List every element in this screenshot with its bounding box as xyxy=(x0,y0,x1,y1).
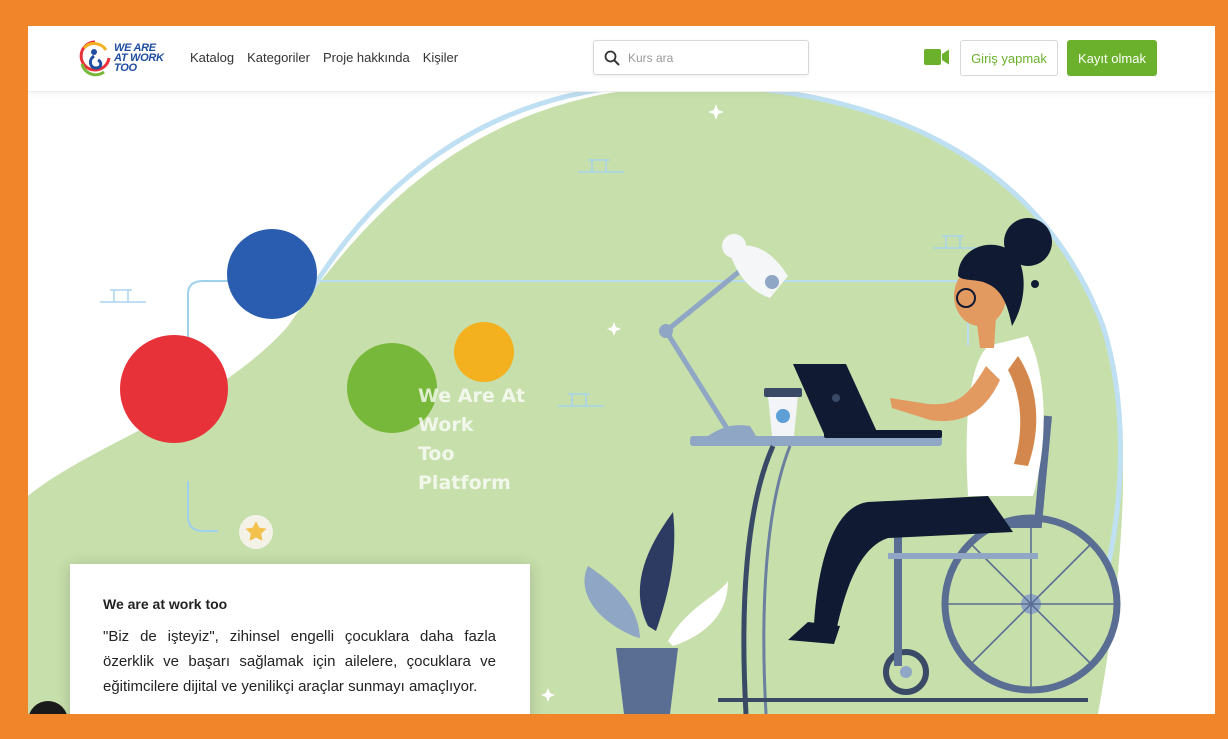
video-camera-icon[interactable] xyxy=(924,48,950,66)
nav-item-kisiler[interactable]: Kişiler xyxy=(423,50,458,65)
woman-hair-bun xyxy=(1004,218,1052,266)
red-circle xyxy=(120,335,228,443)
yellow-circle xyxy=(454,322,514,382)
intro-card: We are at work too "Biz de işteyiz", zih… xyxy=(70,564,530,714)
search-input[interactable] xyxy=(628,50,798,65)
plant-pot xyxy=(616,648,678,714)
login-button[interactable]: Giriş yapmak xyxy=(960,40,1058,76)
main-nav: Katalog Kategoriler Proje hakkında Kişil… xyxy=(190,50,458,65)
register-button[interactable]: Kayıt olmak xyxy=(1067,40,1157,76)
hero-title-line: Platform xyxy=(418,472,511,494)
hero-title-line: Work xyxy=(418,414,474,436)
hero-title-line: We Are At xyxy=(418,385,526,407)
course-search[interactable] xyxy=(593,40,809,75)
nav-item-proje-hakkinda[interactable]: Proje hakkında xyxy=(323,50,410,65)
nav-item-katalog[interactable]: Katalog xyxy=(190,50,234,65)
hero-title: We Are At Work Too Platform xyxy=(418,382,548,498)
logo-line: TOO xyxy=(114,62,137,74)
browser-viewport: We Are At Work Too Platform WE ARE AT WO… xyxy=(28,26,1215,714)
intro-card-title: We are at work too xyxy=(103,596,228,612)
intro-card-body: "Biz de işteyiz", zihinsel engelli çocuk… xyxy=(103,628,496,695)
blue-circle xyxy=(227,229,317,319)
nav-item-kategoriler[interactable]: Kategoriler xyxy=(247,50,310,65)
site-header: WE ARE AT WORK TOO Katalog Kategoriler P… xyxy=(28,26,1215,92)
logo-icon xyxy=(79,40,111,77)
floor-line xyxy=(718,698,1088,702)
search-icon xyxy=(604,50,620,66)
hero-title-line: Too xyxy=(418,443,455,465)
logo-wordmark: WE ARE AT WORK TOO xyxy=(114,43,164,74)
site-logo[interactable]: WE ARE AT WORK TOO xyxy=(78,38,164,78)
